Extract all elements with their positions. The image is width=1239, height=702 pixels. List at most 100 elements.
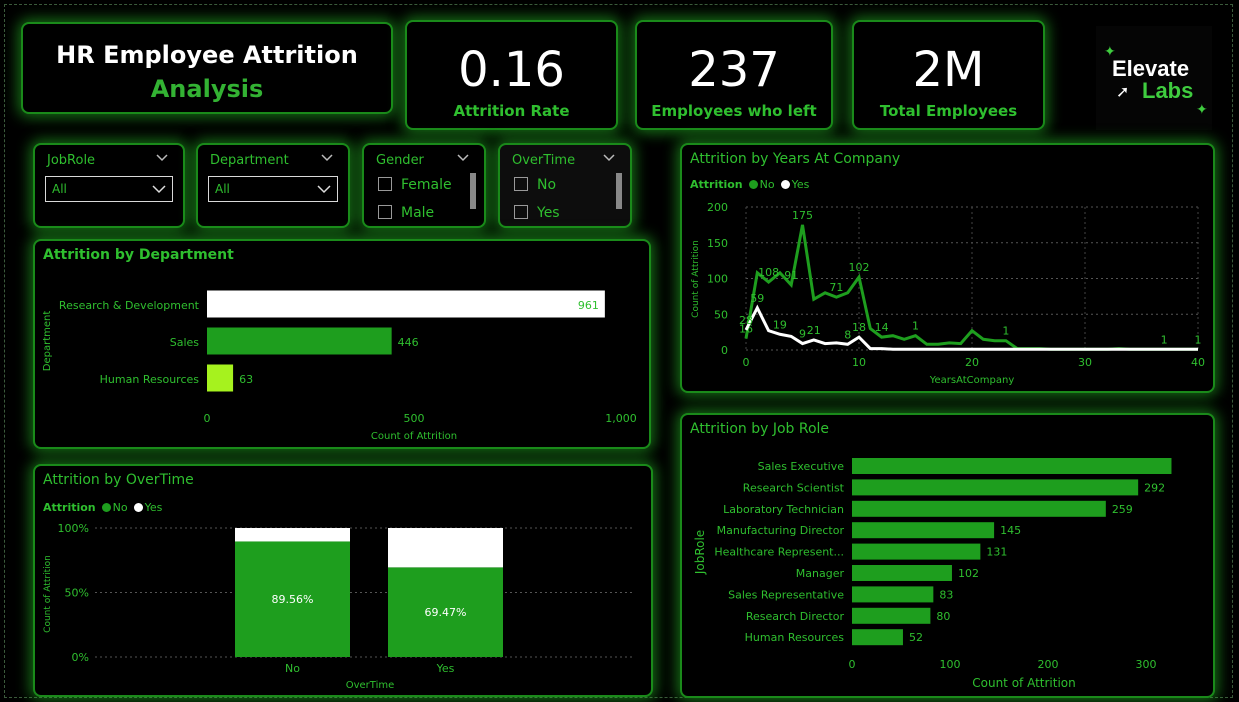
y-axis-label: Count of Attrition xyxy=(43,555,53,633)
kpi-card-employees-left: 237 Employees who left xyxy=(635,20,833,130)
scrollbar[interactable] xyxy=(616,173,622,209)
y-tick-label: 200 xyxy=(707,201,728,214)
chevron-down-icon xyxy=(317,185,331,194)
data-label: 9 xyxy=(799,328,806,341)
data-label: 19 xyxy=(773,318,787,331)
chevron-down-icon[interactable] xyxy=(155,151,169,165)
slicer-header: Gender xyxy=(376,153,424,168)
x-tick-label: 200 xyxy=(1038,658,1059,671)
years-chart-card: Attrition by Years At Company Attrition N… xyxy=(680,143,1215,393)
chevron-down-icon[interactable] xyxy=(320,151,334,165)
slicer-header: OverTime xyxy=(512,153,576,168)
data-label: 1 xyxy=(1195,333,1202,346)
x-tick-label: 0 xyxy=(204,412,211,425)
x-tick-label: 20 xyxy=(965,356,979,369)
kpi-card-total-employees: 2M Total Employees xyxy=(852,20,1045,130)
bar xyxy=(852,522,995,539)
category-label: Research Scientist xyxy=(743,481,845,494)
jobrole-slicer[interactable]: JobRole All xyxy=(33,143,185,228)
jobrole-dropdown[interactable]: All xyxy=(45,176,173,202)
bar xyxy=(207,290,605,318)
kpi-label: Employees who left xyxy=(651,102,817,120)
jobrole-chart-card: Attrition by Job Role Sales Executive Res… xyxy=(680,413,1215,698)
data-label: 131 xyxy=(986,546,1007,559)
chevron-down-icon xyxy=(152,185,166,194)
bar xyxy=(207,364,234,392)
category-label: Healthcare Represent... xyxy=(714,546,844,559)
gender-slicer[interactable]: Gender Female Male xyxy=(362,143,486,228)
dropdown-value: All xyxy=(52,182,67,196)
data-label: 1 xyxy=(1002,325,1009,338)
checkbox-icon[interactable] xyxy=(378,177,392,191)
page-title: HR Employee Attrition Analysis xyxy=(23,38,391,106)
bar xyxy=(852,607,931,624)
dept-bar-chart: Research & Development 961 Sales 446 Human R… xyxy=(42,290,637,442)
option-label: No xyxy=(537,177,557,193)
y-tick-label: 50% xyxy=(65,587,89,600)
y-axis-label: Department xyxy=(42,311,53,372)
data-label: 89.56% xyxy=(272,593,314,606)
bar xyxy=(852,479,1139,496)
category-label: Research Director xyxy=(746,610,845,623)
page-title-line2: Analysis xyxy=(150,75,264,103)
category-label: Research & Development xyxy=(59,299,200,312)
y-tick-label: 150 xyxy=(707,237,728,250)
y-axis-label: Count of Attrition xyxy=(691,240,701,318)
data-label: 145 xyxy=(1000,524,1021,537)
overtime-stacked-chart: 100% 50% 0% 89.56% No 69.47% Yes OverTime Count … xyxy=(43,522,635,691)
category-label: Human Resources xyxy=(100,373,200,386)
option-label: Male xyxy=(401,205,435,221)
category-label: Sales Executive xyxy=(758,460,845,473)
bar-segment-yes xyxy=(235,528,350,542)
option-label: Female xyxy=(401,177,452,193)
data-label: 52 xyxy=(909,631,923,644)
category-label: Manager xyxy=(796,567,845,580)
overtime-slicer[interactable]: OverTime No Yes xyxy=(498,143,632,228)
category-label: Manufacturing Director xyxy=(717,524,845,537)
chevron-down-icon[interactable] xyxy=(602,151,616,165)
department-dropdown[interactable]: All xyxy=(208,176,338,202)
department-slicer[interactable]: Department All xyxy=(196,143,350,228)
slicer-header: Department xyxy=(210,153,289,168)
overtime-chart-card: Attrition by OverTime Attrition No Yes 100… xyxy=(33,464,653,697)
option-label: Yes xyxy=(537,205,560,221)
data-label: 8 xyxy=(844,328,851,341)
data-label: 259 xyxy=(1112,503,1133,516)
bar xyxy=(852,565,952,581)
kpi-label: Total Employees xyxy=(879,102,1018,120)
data-label: 175 xyxy=(792,209,813,222)
data-label: 59 xyxy=(750,292,764,305)
chevron-down-icon[interactable] xyxy=(456,151,470,165)
scrollbar[interactable] xyxy=(470,173,476,209)
overtime-option-no[interactable]: No xyxy=(514,177,556,193)
checkbox-icon[interactable] xyxy=(514,205,528,219)
jobrole-bar-chart: Sales Executive Research Scientist 292 Labo… xyxy=(693,458,1172,690)
dept-chart-card: Attrition by Department Research & Devel… xyxy=(33,239,651,449)
x-tick-label: 0 xyxy=(743,356,750,369)
data-label: 28 xyxy=(739,314,753,327)
data-label: 18 xyxy=(852,321,866,334)
gender-option-female[interactable]: Female xyxy=(378,177,452,193)
x-tick-label: 300 xyxy=(1136,658,1157,671)
x-tick-label: 100 xyxy=(940,658,961,671)
x-tick-label: 10 xyxy=(852,356,866,369)
page-title-line1: HR Employee Attrition xyxy=(56,41,358,69)
data-label: 21 xyxy=(807,324,821,337)
bar xyxy=(852,586,934,603)
data-label: 69.47% xyxy=(425,606,467,619)
data-label: 1 xyxy=(1161,333,1168,346)
bar-segment-yes xyxy=(388,528,503,568)
data-label: 91 xyxy=(784,269,798,282)
y-tick-label: 0 xyxy=(721,344,728,357)
checkbox-icon[interactable] xyxy=(514,177,528,191)
y-tick-label: 100 xyxy=(707,273,728,286)
category-label: Laboratory Technician xyxy=(723,503,844,516)
gender-option-male[interactable]: Male xyxy=(378,205,434,221)
bar xyxy=(207,327,392,355)
overtime-option-yes[interactable]: Yes xyxy=(514,205,560,221)
slicer-header: JobRole xyxy=(47,153,96,168)
y-axis-label: JobRole xyxy=(693,530,707,575)
checkbox-icon[interactable] xyxy=(378,205,392,219)
x-tick-label: Yes xyxy=(436,662,455,675)
data-label: 63 xyxy=(239,373,253,386)
